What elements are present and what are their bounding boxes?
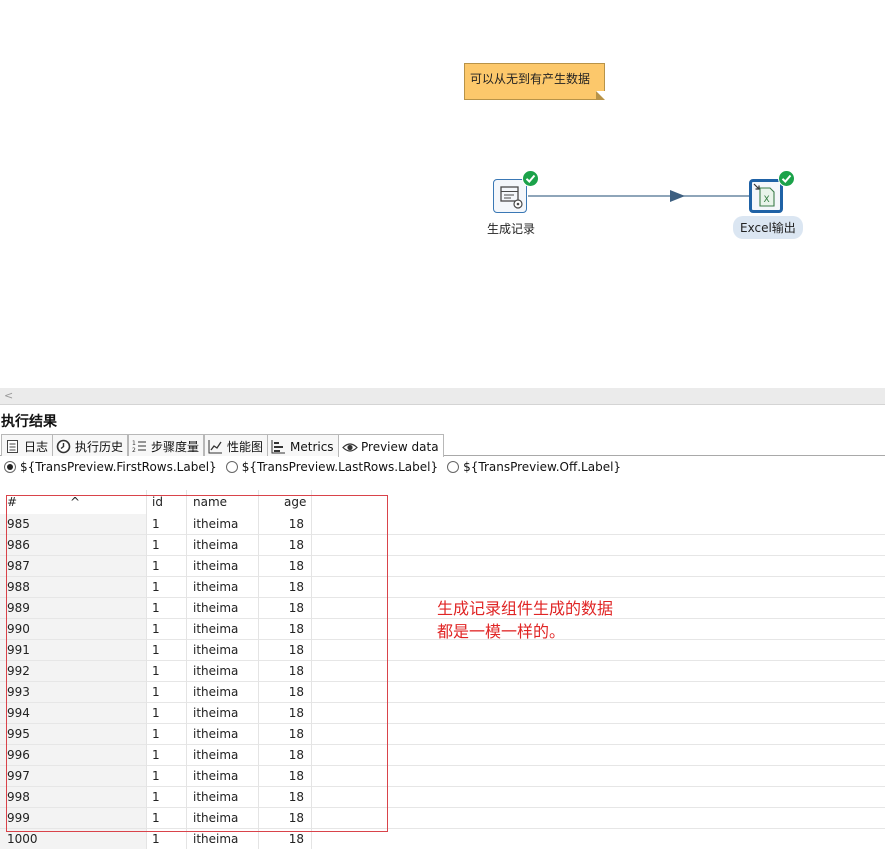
performance-chart-icon <box>208 439 223 454</box>
tab-performance[interactable]: 性能图 <box>204 434 269 456</box>
radio-dot[interactable] <box>225 461 238 473</box>
annotation-text: 生成记录组件生成的数据 都是一模一样的。 <box>437 597 613 643</box>
svg-text:1: 1 <box>132 440 136 447</box>
table-row[interactable]: 1000 1 itheima 18 <box>0 829 885 849</box>
radio-dot[interactable] <box>447 461 460 473</box>
highlight-box <box>6 495 388 832</box>
scroll-left-icon[interactable]: < <box>4 389 13 402</box>
table-cell: itheima <box>193 832 239 846</box>
results-panel-title: 执行结果 <box>1 414 57 430</box>
radio-label: ${TransPreview.LastRows.Label} <box>241 460 439 474</box>
excel-output-icon: X <box>753 183 775 207</box>
history-icon <box>56 439 71 454</box>
step-label-generate: 生成记录 <box>487 222 536 236</box>
step-label-excel: Excel输出 <box>733 216 803 239</box>
svg-text:X: X <box>764 195 770 205</box>
metrics-icon <box>271 439 286 454</box>
transformation-canvas[interactable]: 可以从无到有产生数据 生成记录 X Excel输出 <box>0 0 885 388</box>
eye-icon <box>342 440 358 455</box>
tab-label: Preview data <box>361 440 439 454</box>
tab-label: Metrics <box>290 439 334 454</box>
step-metrics-icon: 12 <box>132 439 147 454</box>
annotation-line: 都是一模一样的。 <box>437 622 566 641</box>
table-cell: 18 <box>288 832 304 846</box>
tab-history[interactable]: 执行历史 <box>52 434 129 456</box>
results-tabbar: 日志 执行历史 12 步骤度量 性能图 Metrics Preview data <box>0 434 885 457</box>
canvas-horizontal-scrollbar[interactable]: < <box>0 388 885 405</box>
svg-text:2: 2 <box>132 447 136 454</box>
radio-off[interactable]: ${TransPreview.Off.Label} <box>447 460 621 474</box>
radio-dot[interactable] <box>4 461 16 473</box>
radio-last-rows[interactable]: ${TransPreview.LastRows.Label} <box>225 460 439 474</box>
log-icon <box>5 439 20 454</box>
radio-first-rows[interactable]: ${TransPreview.FirstRows.Label} <box>4 460 217 474</box>
tab-label: 执行历史 <box>75 440 124 454</box>
radio-label: ${TransPreview.Off.Label} <box>463 460 622 474</box>
tab-preview-data[interactable]: Preview data <box>338 434 444 457</box>
generate-rows-icon <box>500 186 523 209</box>
tab-step-metrics[interactable]: 12 步骤度量 <box>128 434 205 456</box>
tab-log[interactable]: 日志 <box>1 434 54 456</box>
radio-label: ${TransPreview.FirstRows.Label} <box>20 460 217 474</box>
table-cell: 1000 <box>7 832 38 846</box>
step-excel-output[interactable]: X <box>749 179 783 213</box>
tab-label: 日志 <box>24 440 49 454</box>
annotation-line: 生成记录组件生成的数据 <box>437 599 614 618</box>
spoon-window: 可以从无到有产生数据 生成记录 X Excel输出 < 执行结果 日志 执行历史… <box>0 0 885 849</box>
table-cell: 1 <box>152 832 160 846</box>
preview-mode-options: ${TransPreview.FirstRows.Label} ${TransP… <box>4 460 630 474</box>
step-generate-rows[interactable] <box>493 179 527 213</box>
tab-label: 性能图 <box>227 440 264 454</box>
tab-label: 步骤度量 <box>151 440 200 454</box>
check-icon <box>778 170 795 187</box>
hop-arrow-icon <box>670 190 685 202</box>
check-icon <box>522 170 539 187</box>
tab-metrics[interactable]: Metrics <box>267 434 339 456</box>
